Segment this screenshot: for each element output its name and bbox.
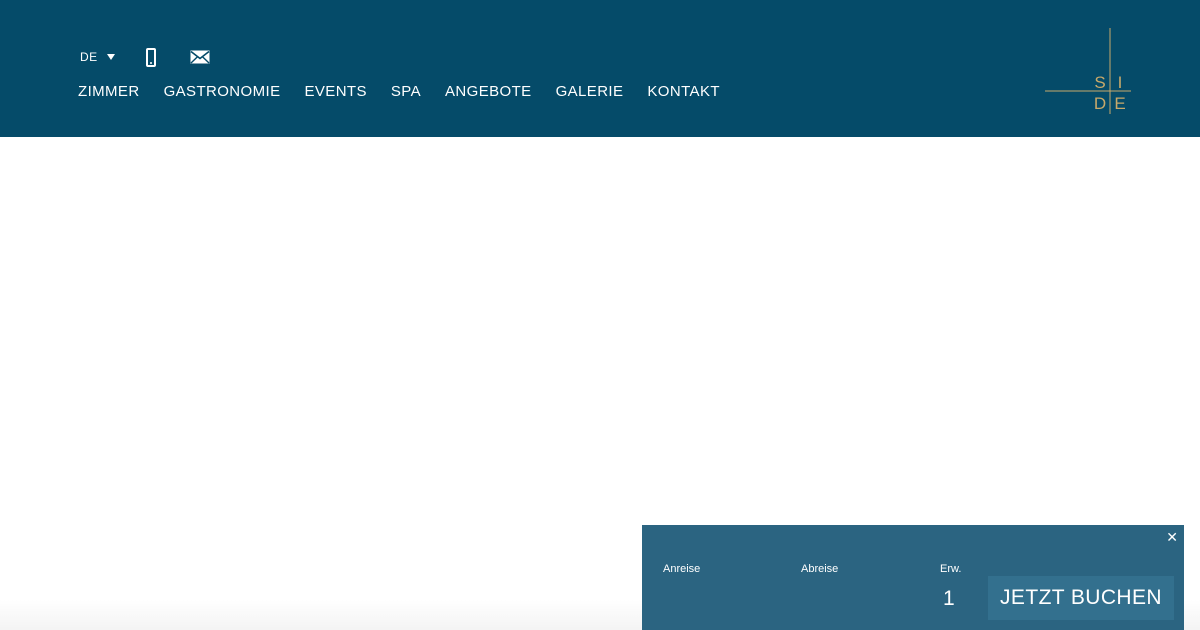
main-nav: ZIMMER GASTRONOMIE EVENTS SPA ANGEBOTE G… [78,83,744,101]
departure-label: Abreise [801,563,839,575]
language-current: DE [80,50,98,64]
mail-icon[interactable] [190,50,210,64]
nav-item-kontakt[interactable]: KONTAKT [647,83,720,101]
site-header: DE ZIMMER GASTRONOMIE EVENTS SPA ANGEBOT… [0,0,1200,137]
language-selector[interactable]: DE [80,50,115,64]
chevron-down-icon [106,54,115,60]
logo-letter-i: I [1118,73,1123,92]
nav-item-spa[interactable]: SPA [391,83,421,101]
book-now-button[interactable]: JETZT BUCHEN [988,576,1174,620]
arrival-label: Anreise [663,563,701,575]
adults-label: Erw. [940,563,962,575]
utility-bar: DE [80,45,210,69]
site-logo[interactable]: S I D E [1045,28,1131,114]
logo-letter-e: E [1114,94,1125,113]
nav-item-zimmer[interactable]: ZIMMER [78,83,140,101]
logo-letter-d: D [1094,94,1106,113]
phone-icon[interactable] [145,47,156,67]
nav-item-galerie[interactable]: GALERIE [556,83,624,101]
close-icon[interactable]: ✕ [1166,530,1178,544]
nav-item-angebote[interactable]: ANGEBOTE [445,83,532,101]
booking-widget: ✕ Anreise Abreise Erw. 1 JETZT BUCHEN [642,525,1184,630]
nav-item-gastronomie[interactable]: GASTRONOMIE [164,83,281,101]
nav-item-events[interactable]: EVENTS [304,83,366,101]
adults-value[interactable]: 1 [943,587,955,611]
logo-letter-s: S [1094,73,1105,92]
